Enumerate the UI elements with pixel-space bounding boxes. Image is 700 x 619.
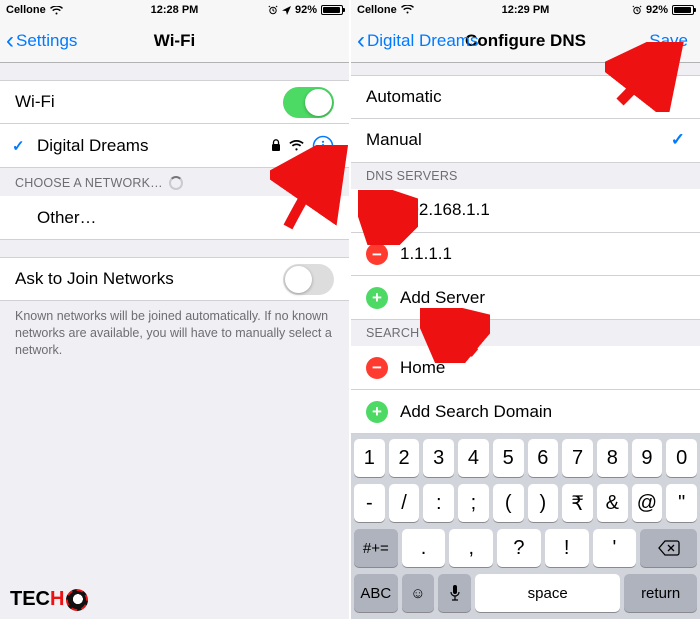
key[interactable]: "	[666, 484, 697, 522]
back-button[interactable]: ‹ Settings	[6, 29, 77, 53]
dns-server-row[interactable]: − 192.168.1.1	[351, 189, 700, 233]
checkmark-icon: ✓	[671, 130, 685, 150]
dns-option-automatic[interactable]: Automatic	[351, 75, 700, 119]
location-icon	[282, 6, 291, 15]
wifi-toggle[interactable]	[283, 87, 334, 118]
mic-key[interactable]	[438, 574, 471, 612]
dns-option-manual[interactable]: Manual ✓	[351, 119, 700, 163]
dns-server-row[interactable]: − 1.1.1.1	[351, 233, 700, 277]
chevron-left-icon: ‹	[6, 29, 14, 53]
remove-icon[interactable]: −	[366, 243, 388, 265]
key[interactable]: @	[632, 484, 663, 522]
add-server-label: Add Server	[400, 288, 485, 308]
search-domain-row[interactable]: − Home	[351, 346, 700, 390]
key[interactable]: !	[545, 529, 589, 567]
key[interactable]: :	[423, 484, 454, 522]
wifi-toggle-row[interactable]: Wi-Fi	[0, 80, 349, 124]
back-button[interactable]: ‹ Digital Dreams	[357, 29, 478, 53]
back-label: Settings	[16, 31, 77, 51]
info-icon[interactable]	[312, 135, 334, 157]
checkmark-icon: ✓	[12, 137, 25, 155]
wifi-status-icon	[50, 6, 63, 15]
ask-to-join-row[interactable]: Ask to Join Networks	[0, 257, 349, 301]
remove-icon[interactable]: −	[366, 357, 388, 379]
dns-server-value[interactable]: 192.168.1.1	[400, 200, 490, 220]
add-server-row[interactable]: + Add Server	[351, 276, 700, 320]
battery-icon	[321, 5, 343, 15]
alarm-icon	[268, 5, 278, 15]
emoji-key[interactable]: ☺	[402, 574, 435, 612]
dns-servers-header: DNS SERVERS	[351, 163, 700, 189]
search-domain-value[interactable]: Home	[400, 358, 445, 378]
abc-key[interactable]: ABC	[354, 574, 398, 612]
other-network-row[interactable]: Other…	[0, 196, 349, 240]
key[interactable]: 6	[528, 439, 559, 477]
other-label: Other…	[37, 208, 97, 228]
battery-percent: 92%	[295, 4, 317, 16]
status-bar: Cellone 12:28 PM 92%	[0, 0, 349, 20]
choose-network-header: CHOOSE A NETWORK…	[0, 168, 349, 196]
key[interactable]: )	[528, 484, 559, 522]
key[interactable]: 1	[354, 439, 385, 477]
signal-icon	[289, 140, 304, 151]
key[interactable]: 8	[597, 439, 628, 477]
space-key[interactable]: space	[475, 574, 620, 612]
network-name: Digital Dreams	[37, 136, 148, 156]
key[interactable]: -	[354, 484, 385, 522]
connected-network-row[interactable]: ✓ Digital Dreams	[0, 124, 349, 168]
key[interactable]: ₹	[562, 484, 593, 522]
keyboard[interactable]: 1234567890 -/:;()₹&@" #+= . , ? ! ' ABC …	[351, 434, 700, 619]
ask-footer-text: Known networks will be joined automatica…	[0, 301, 349, 359]
dns-server-value[interactable]: 1.1.1.1	[400, 244, 452, 264]
search-domains-header: SEARCH DOMAINS	[351, 320, 700, 346]
alarm-icon	[632, 5, 642, 15]
lock-icon	[271, 139, 281, 152]
key[interactable]: &	[597, 484, 628, 522]
chevron-left-icon: ‹	[357, 29, 365, 53]
backspace-key[interactable]	[640, 529, 697, 567]
watermark-logo: TECH	[10, 588, 88, 611]
back-label: Digital Dreams	[367, 31, 478, 51]
key[interactable]: ,	[449, 529, 493, 567]
battery-icon	[672, 5, 694, 15]
key[interactable]: ?	[497, 529, 541, 567]
add-icon[interactable]: +	[366, 401, 388, 423]
status-bar: Cellone 12:29 PM 92%	[351, 0, 700, 20]
ask-toggle[interactable]	[283, 264, 334, 295]
nav-bar: ‹ Settings Wi-Fi	[0, 20, 349, 63]
nav-title: Configure DNS	[465, 31, 586, 51]
return-key[interactable]: return	[624, 574, 697, 612]
carrier-label: Cellone	[6, 4, 46, 16]
loading-spinner-icon	[169, 176, 183, 190]
key[interactable]: /	[389, 484, 420, 522]
add-icon[interactable]: +	[366, 287, 388, 309]
key[interactable]: 2	[389, 439, 420, 477]
key[interactable]: 0	[666, 439, 697, 477]
key[interactable]: ;	[458, 484, 489, 522]
remove-icon[interactable]: −	[366, 199, 388, 221]
add-search-domain-row[interactable]: + Add Search Domain	[351, 390, 700, 434]
nav-bar: ‹ Digital Dreams Configure DNS Save	[351, 20, 700, 63]
key[interactable]: .	[402, 529, 446, 567]
carrier-label: Cellone	[357, 4, 397, 16]
symbols-key[interactable]: #+=	[354, 529, 398, 567]
ask-label: Ask to Join Networks	[15, 269, 174, 289]
key[interactable]: 5	[493, 439, 524, 477]
wifi-label: Wi-Fi	[15, 92, 55, 112]
add-domain-label: Add Search Domain	[400, 402, 552, 422]
wifi-status-icon	[401, 5, 414, 14]
key[interactable]: (	[493, 484, 524, 522]
nav-title: Wi-Fi	[154, 31, 195, 51]
configure-dns-screen: Cellone 12:29 PM 92% ‹ Digital Dreams Co…	[351, 0, 700, 619]
key[interactable]: 4	[458, 439, 489, 477]
battery-percent: 92%	[646, 4, 668, 16]
key[interactable]: '	[593, 529, 637, 567]
save-button[interactable]: Save	[649, 31, 688, 51]
key[interactable]: 7	[562, 439, 593, 477]
key[interactable]: 9	[632, 439, 663, 477]
key[interactable]: 3	[423, 439, 454, 477]
wifi-settings-screen: Cellone 12:28 PM 92% ‹ Settings Wi-Fi Wi…	[0, 0, 351, 619]
